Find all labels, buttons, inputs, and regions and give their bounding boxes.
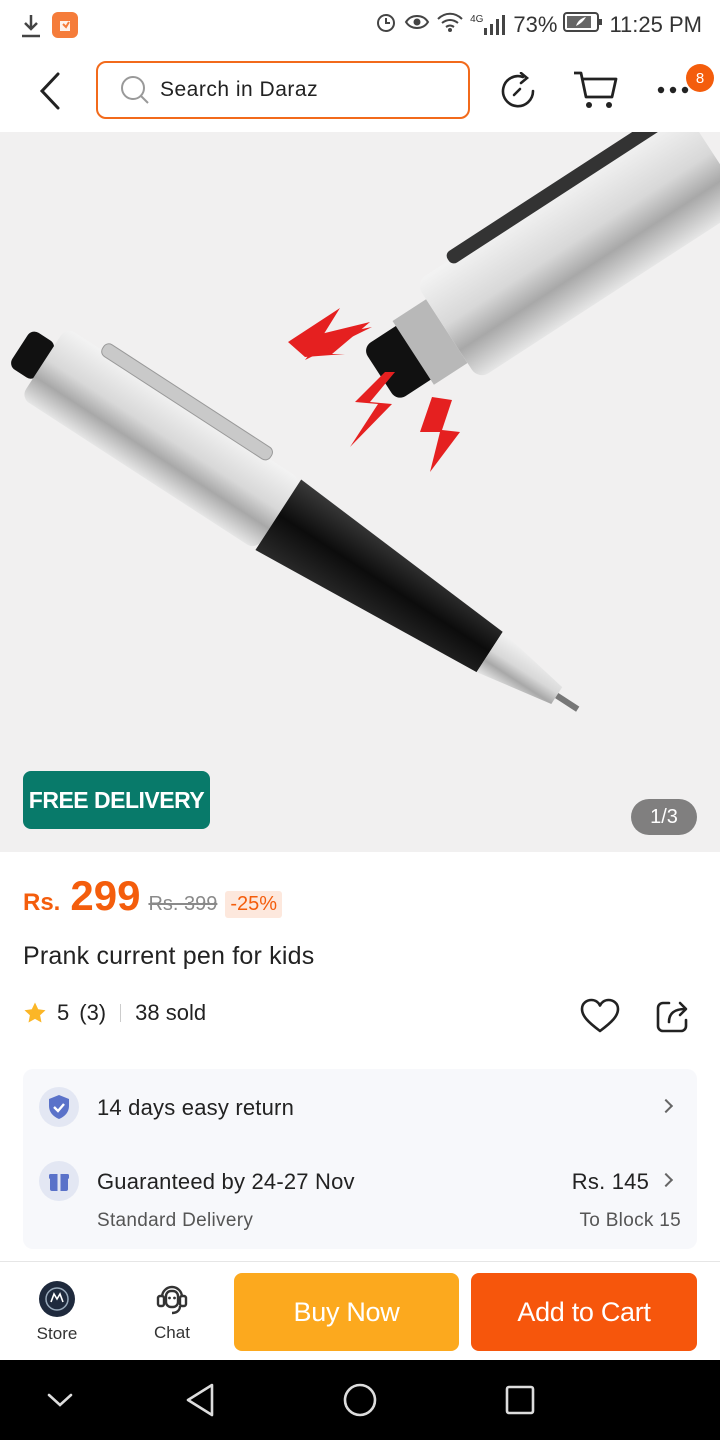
triangle-back-icon xyxy=(186,1383,214,1417)
sold-count: 38 sold xyxy=(135,1000,207,1025)
price-value: 299 xyxy=(70,872,141,919)
more-dots-icon xyxy=(657,86,689,94)
return-policy-text[interactable]: 14 days easy return xyxy=(97,1095,294,1121)
circle-home-icon xyxy=(343,1383,377,1417)
eye-icon xyxy=(404,12,430,38)
bottom-action-bar: Store Chat Buy Now Add to Cart xyxy=(0,1261,720,1360)
price-currency: Rs. xyxy=(23,889,61,916)
share-button[interactable] xyxy=(651,994,695,1038)
alarm-icon xyxy=(374,10,398,40)
download-icon xyxy=(20,13,42,38)
nav-back-button[interactable] xyxy=(176,1376,224,1424)
image-counter: 1/3 xyxy=(631,799,697,835)
nav-hide-button[interactable] xyxy=(36,1378,84,1422)
product-image-carousel[interactable]: FREE DELIVERY 1/3 xyxy=(0,132,720,852)
chevron-left-icon xyxy=(39,72,60,110)
store-avatar-icon xyxy=(38,1280,76,1318)
search-input[interactable]: Search in Daraz xyxy=(96,61,470,119)
top-header: Search in Daraz xyxy=(0,50,720,132)
back-button[interactable] xyxy=(30,68,70,114)
search-placeholder: Search in Daraz xyxy=(160,78,319,101)
nav-recents-button[interactable] xyxy=(496,1376,544,1424)
shield-check-icon xyxy=(39,1087,79,1127)
wifi-icon xyxy=(436,11,464,39)
store-label: Store xyxy=(36,1323,78,1343)
store-button[interactable]: Store xyxy=(22,1262,92,1361)
star-icon xyxy=(23,1001,47,1025)
cart-icon xyxy=(574,71,618,108)
nav-home-button[interactable] xyxy=(336,1376,384,1424)
chat-support-icon xyxy=(154,1281,190,1317)
chat-button[interactable]: Chat xyxy=(137,1262,207,1361)
divider xyxy=(120,1004,122,1022)
search-icon xyxy=(120,75,150,105)
system-navigation-bar xyxy=(0,1360,720,1440)
rating-count: (3) xyxy=(79,1000,107,1025)
rating-row[interactable]: 5 (3) 38 sold xyxy=(23,1000,206,1026)
battery-icon xyxy=(563,11,603,39)
delivery-type-text: Standard Delivery xyxy=(97,1210,254,1231)
price-row: Rs. 299 Rs. 399 -25% xyxy=(23,872,283,920)
wishlist-button[interactable] xyxy=(578,994,622,1038)
clock-time: 11:25 PM xyxy=(609,12,702,37)
chevron-down-icon xyxy=(47,1393,73,1407)
heart-icon xyxy=(580,998,620,1033)
delivery-guarantee-text[interactable]: Guaranteed by 24-27 Nov xyxy=(97,1169,355,1195)
status-bar: 4G 73% 11:25 PM xyxy=(0,0,720,50)
discount-badge: -25% xyxy=(225,891,283,918)
square-recents-icon xyxy=(505,1385,535,1415)
signal-icon: 4G xyxy=(470,14,507,36)
delivery-info-card: 14 days easy return Guaranteed by 24-27 … xyxy=(23,1069,697,1249)
delivery-fee: Rs. 145 xyxy=(571,1169,649,1194)
rating-value: 5 xyxy=(57,1000,70,1025)
gift-box-icon xyxy=(39,1161,79,1201)
product-image xyxy=(11,132,720,712)
free-delivery-badge: FREE DELIVERY xyxy=(23,771,210,829)
delivery-destination[interactable]: To Block 15 xyxy=(579,1210,681,1232)
app-notification-icon xyxy=(52,12,78,38)
buy-now-button[interactable]: Buy Now xyxy=(234,1273,459,1351)
chevron-right-icon[interactable] xyxy=(658,1098,674,1114)
battery-percentage: 73% xyxy=(513,12,558,37)
add-to-cart-button[interactable]: Add to Cart xyxy=(471,1273,697,1351)
share-icon xyxy=(656,1001,688,1033)
share-refresh-button[interactable] xyxy=(496,69,540,113)
original-price: Rs. 399 xyxy=(148,893,218,915)
chat-label: Chat xyxy=(154,1322,190,1342)
chevron-right-icon[interactable] xyxy=(658,1172,674,1188)
cart-count-badge: 8 xyxy=(686,64,714,92)
cart-button[interactable] xyxy=(570,66,620,114)
refresh-icon xyxy=(501,72,535,108)
product-title: Prank current pen for kids xyxy=(23,942,315,970)
